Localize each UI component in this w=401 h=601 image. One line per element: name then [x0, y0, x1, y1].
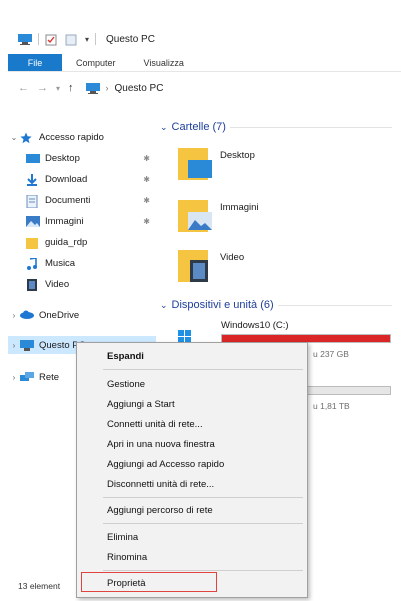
sidebar-item-label: Desktop: [45, 152, 80, 164]
status-bar-item-count: 13 element: [18, 581, 61, 591]
folder-name: Video: [220, 252, 245, 263]
sidebar-item-immagini[interactable]: Immagini ✱: [8, 212, 156, 230]
drive-space-info: u 1,81 TB: [313, 401, 350, 411]
group-header-folders[interactable]: ⌄ Cartelle (7): [160, 121, 392, 133]
sidebar-item-documenti[interactable]: Documenti ✱: [8, 191, 156, 209]
menu-item-apri-in-nuova-finestra[interactable]: Apri in una nuova finestra: [77, 435, 307, 453]
group-header-devices[interactable]: ⌄ Dispositivi e unità (6): [160, 299, 392, 311]
drive-usage-fill: [222, 335, 390, 342]
window-title: Questo PC: [106, 33, 155, 45]
tab-visualizza[interactable]: Visualizza: [130, 54, 198, 71]
group-divider: [229, 126, 392, 128]
document-icon: [26, 194, 40, 208]
title-separator: [95, 33, 97, 45]
context-menu: Espandi Gestione Aggiungi a Start Connet…: [76, 342, 308, 598]
pin-icon: ✱: [143, 174, 150, 184]
collapse-chevron-icon[interactable]: ⌄: [8, 133, 20, 142]
forward-arrow-icon[interactable]: →: [37, 82, 48, 94]
network-icon: [20, 371, 34, 383]
sidebar-item-guida-rdp[interactable]: guida_rdp: [8, 233, 156, 251]
ribbon-tabs: File Computer Visualizza: [8, 54, 401, 72]
quick-access-separator: [38, 33, 39, 45]
pictures-icon: [26, 215, 40, 227]
menu-item-espandi[interactable]: Espandi: [77, 347, 307, 365]
sidebar-item-label: Accesso rapido: [39, 131, 104, 143]
menu-separator: [103, 369, 303, 370]
sidebar-item-download[interactable]: Download ✱: [8, 170, 156, 188]
address-bar: ← → ▾ ↑ › Questo PC: [8, 76, 401, 100]
desktop-folder-icon: [178, 146, 212, 180]
menu-separator: [103, 570, 303, 571]
title-bar: ▾ Questo PC: [8, 24, 401, 54]
sidebar-item-onedrive[interactable]: › OneDrive: [8, 306, 156, 324]
highlight-box: [81, 572, 217, 592]
breadcrumb-this-pc[interactable]: Questo PC: [115, 83, 164, 94]
sidebar-item-video[interactable]: Video: [8, 275, 156, 293]
sidebar-item-quick-access[interactable]: ⌄ Accesso rapido: [8, 128, 156, 146]
back-arrow-icon[interactable]: ←: [18, 82, 29, 94]
sidebar-item-label: Documenti: [45, 194, 91, 206]
computer-icon: [85, 82, 100, 94]
window-frame-top: [0, 0, 401, 19]
sidebar-item-label: Video: [45, 278, 70, 290]
menu-item-disconnetti-unita-di-rete[interactable]: Disconnetti unità di rete...: [77, 475, 307, 493]
desktop-icon: [26, 153, 40, 164]
folder-name: Immagini: [220, 202, 259, 213]
breadcrumb-chevron-icon[interactable]: ›: [106, 83, 109, 93]
sidebar-item-musica[interactable]: Musica: [8, 254, 156, 272]
group-title: Cartelle (7): [171, 121, 226, 133]
new-folder-icon[interactable]: [65, 34, 79, 45]
sidebar-item-desktop[interactable]: Desktop ✱: [8, 149, 156, 167]
tab-computer[interactable]: Computer: [62, 54, 130, 71]
menu-separator: [103, 523, 303, 524]
folder-item-immagini[interactable]: Immagini: [178, 198, 259, 232]
menu-item-connetti-unita-di-rete[interactable]: Connetti unità di rete...: [77, 415, 307, 433]
group-divider: [277, 304, 392, 306]
recent-locations-chevron-icon[interactable]: ▾: [56, 84, 60, 93]
address-path[interactable]: › Questo PC: [85, 82, 164, 94]
expand-chevron-icon[interactable]: ›: [8, 341, 20, 350]
properties-icon[interactable]: [45, 34, 59, 45]
pin-icon: ✱: [143, 153, 150, 163]
sidebar-item-label: OneDrive: [39, 309, 80, 321]
drive-space-info: u 237 GB: [313, 349, 349, 359]
group-title: Dispositivi e unità (6): [171, 299, 274, 311]
sidebar-item-label: Download: [45, 173, 88, 185]
menu-item-aggiungi-ad-accesso-rapido[interactable]: Aggiungi ad Accesso rapido: [77, 455, 307, 473]
download-icon: [26, 173, 40, 186]
video-folder-icon: [178, 248, 212, 282]
menu-item-rinomina[interactable]: Rinomina: [77, 548, 307, 566]
sidebar-item-label: Musica: [45, 257, 76, 269]
up-arrow-icon[interactable]: ↑: [68, 82, 74, 94]
music-icon: [26, 256, 40, 270]
folder-item-desktop[interactable]: Desktop: [178, 146, 255, 180]
sidebar-item-label: Immagini: [45, 215, 84, 227]
menu-separator: [103, 497, 303, 498]
computer-icon: [18, 33, 32, 45]
customize-quick-access-chevron-icon[interactable]: ▾: [85, 35, 89, 44]
cloud-icon: [20, 310, 34, 321]
menu-item-aggiungi-percorso-di-rete[interactable]: Aggiungi percorso di rete: [77, 501, 307, 519]
menu-item-gestione[interactable]: Gestione: [77, 375, 307, 393]
collapse-chevron-icon[interactable]: ⌄: [160, 122, 168, 133]
expand-chevron-icon[interactable]: ›: [8, 373, 20, 382]
file-explorer-window: ▾ Questo PC File Computer Visualizza ← →…: [0, 0, 401, 601]
star-icon: [20, 132, 34, 143]
menu-item-aggiungi-a-start[interactable]: Aggiungi a Start: [77, 395, 307, 413]
folder-item-video[interactable]: Video: [178, 248, 245, 282]
expand-chevron-icon[interactable]: ›: [8, 311, 20, 320]
folder-icon: [26, 237, 40, 249]
drive-name: Windows10 (C:): [221, 320, 289, 331]
video-icon: [26, 278, 40, 291]
pictures-folder-icon: [178, 198, 212, 232]
collapse-chevron-icon[interactable]: ⌄: [160, 300, 168, 311]
menu-item-elimina[interactable]: Elimina: [77, 528, 307, 546]
pin-icon: ✱: [143, 216, 150, 226]
sidebar-item-label: Rete: [39, 371, 60, 383]
tab-file[interactable]: File: [8, 54, 62, 71]
computer-icon: [20, 339, 34, 351]
pin-icon: ✱: [143, 195, 150, 205]
folder-name: Desktop: [220, 150, 255, 161]
sidebar-item-label: guida_rdp: [45, 236, 88, 248]
